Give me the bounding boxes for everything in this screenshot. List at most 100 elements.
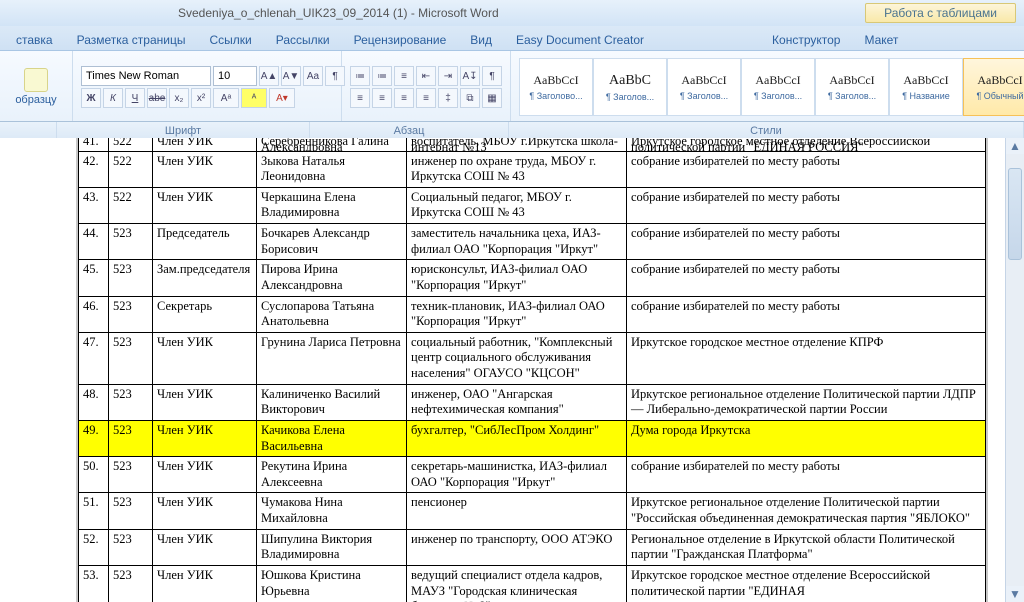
cell-name: Суслопарова Татьяна Анатольевна: [257, 296, 407, 332]
bold-button[interactable]: Ж: [81, 88, 101, 108]
style-item-5[interactable]: AaBbCcI¶ Название: [889, 58, 963, 116]
cell-name: Качикова Елена Васильевна: [257, 420, 407, 456]
align-justify-button[interactable]: ≡: [416, 88, 436, 108]
underline-button[interactable]: Ч: [125, 88, 145, 108]
style-label: ¶ Обычный: [976, 91, 1023, 101]
cell-nom: Иркутское городское местное отделение Вс…: [627, 138, 986, 151]
italic-button[interactable]: К: [103, 88, 123, 108]
cell-code: 523: [109, 420, 153, 456]
cell-code: 523: [109, 529, 153, 565]
font-name-combo[interactable]: Times New Roman: [81, 66, 211, 86]
multilevel-button[interactable]: ≡: [394, 66, 414, 86]
cell-code: 522: [109, 187, 153, 223]
font-size-combo[interactable]: 10: [213, 66, 257, 86]
text-effects-button[interactable]: Aᵃ: [213, 88, 239, 108]
table-row[interactable]: 41.522Член УИКСеребренникова Галина Алек…: [79, 138, 986, 151]
cell-name: Чумакова Нина Михайловна: [257, 493, 407, 529]
cell-name: Грунина Лариса Петровна: [257, 332, 407, 384]
show-marks-button[interactable]: ¶: [482, 66, 502, 86]
style-label: ¶ Название: [902, 91, 950, 101]
tab-easy-doc-creator[interactable]: Easy Document Creator: [506, 29, 654, 50]
increase-indent-button[interactable]: ⇥: [438, 66, 458, 86]
table-row[interactable]: 42.522Член УИКЗыкова Наталья Леонидовнаи…: [79, 151, 986, 187]
scroll-thumb[interactable]: [1008, 168, 1022, 260]
numbering-button[interactable]: ≔: [372, 66, 392, 86]
cell-job: инженер по транспорту, ООО АТЭКО: [407, 529, 627, 565]
tab-mailings[interactable]: Рассылки: [266, 29, 340, 50]
members-table[interactable]: 41.522Член УИКСеребренникова Галина Алек…: [78, 138, 986, 602]
cell-nom: Иркутское региональное отделение Политич…: [627, 493, 986, 529]
style-item-0[interactable]: AaBbCcI¶ Заголово...: [519, 58, 593, 116]
cell-code: 522: [109, 138, 153, 151]
highlight-button[interactable]: ᴬ: [241, 88, 267, 108]
table-row[interactable]: 44.523ПредседательБочкарев Александр Бор…: [79, 224, 986, 260]
sort-button[interactable]: A↧: [460, 66, 480, 86]
shading-button[interactable]: ⧉: [460, 88, 480, 108]
cell-name: Юшкова Кристина Юрьевна: [257, 565, 407, 602]
style-label: ¶ Заголов...: [754, 91, 802, 101]
table-row[interactable]: 45.523Зам.председателяПирова Ирина Алекс…: [79, 260, 986, 296]
group-font: Times New Roman 10 A▲ A▼ Aa ¶ Ж К Ч abe …: [73, 51, 342, 121]
cell-n: 51.: [79, 493, 109, 529]
decrease-indent-button[interactable]: ⇤: [416, 66, 436, 86]
group-clipboard: образцу: [0, 51, 73, 121]
font-color-button[interactable]: A▾: [269, 88, 295, 108]
align-left-button[interactable]: ≡: [350, 88, 370, 108]
format-painter-button[interactable]: образцу: [8, 68, 64, 106]
strikethrough-button[interactable]: abe: [147, 88, 167, 108]
cell-nom: Иркутское городское местное отделение Вс…: [627, 565, 986, 602]
style-item-2[interactable]: AaBbCcI¶ Заголов...: [667, 58, 741, 116]
shrink-font-button[interactable]: A▼: [281, 66, 301, 86]
cell-code: 523: [109, 493, 153, 529]
table-row[interactable]: 52.523Член УИКШипулина Виктория Владимир…: [79, 529, 986, 565]
scroll-up-arrow[interactable]: ▲: [1006, 138, 1024, 154]
style-label: ¶ Заголов...: [606, 92, 654, 102]
tab-table-layout[interactable]: Макет: [854, 29, 908, 50]
cell-role: Секретарь: [153, 296, 257, 332]
tab-table-design[interactable]: Конструктор: [762, 29, 850, 50]
cell-n: 48.: [79, 384, 109, 420]
cell-nom: Региональное отделение в Иркутской облас…: [627, 529, 986, 565]
cell-nom: собрание избирателей по месту работы: [627, 457, 986, 493]
subscript-button[interactable]: x₂: [169, 88, 189, 108]
cell-nom: собрание избирателей по месту работы: [627, 296, 986, 332]
table-row[interactable]: 46.523СекретарьСуслопарова Татьяна Анато…: [79, 296, 986, 332]
vertical-scrollbar[interactable]: ▲ ▼: [1005, 138, 1024, 602]
cell-n: 43.: [79, 187, 109, 223]
style-item-1[interactable]: AaBbC¶ Заголов...: [593, 58, 667, 116]
tab-insert[interactable]: ставка: [6, 29, 63, 50]
bullets-button[interactable]: ≔: [350, 66, 370, 86]
table-row[interactable]: 51.523Член УИКЧумакова Нина Михайловнапе…: [79, 493, 986, 529]
line-spacing-button[interactable]: ‡: [438, 88, 458, 108]
table-row[interactable]: 48.523Член УИККалиниченко Василий Виктор…: [79, 384, 986, 420]
cell-role: Зам.председателя: [153, 260, 257, 296]
cell-job: юрисконсульт, ИАЗ-филиал ОАО "Корпорация…: [407, 260, 627, 296]
style-item-3[interactable]: AaBbCcI¶ Заголов...: [741, 58, 815, 116]
tab-page-layout[interactable]: Разметка страницы: [67, 29, 196, 50]
table-row[interactable]: 43.522Член УИКЧеркашина Елена Владимиров…: [79, 187, 986, 223]
cell-role: Член УИК: [153, 457, 257, 493]
superscript-button[interactable]: x²: [191, 88, 211, 108]
grow-font-button[interactable]: A▲: [259, 66, 279, 86]
table-row[interactable]: 49.523Член УИККачикова Елена Васильевнаб…: [79, 420, 986, 456]
cell-nom: собрание избирателей по месту работы: [627, 187, 986, 223]
borders-button[interactable]: ▦: [482, 88, 502, 108]
cell-role: Член УИК: [153, 529, 257, 565]
tab-references[interactable]: Ссылки: [199, 29, 261, 50]
cell-n: 44.: [79, 224, 109, 260]
cell-name: Рекутина Ирина Алексеевна: [257, 457, 407, 493]
align-right-button[interactable]: ≡: [394, 88, 414, 108]
tab-review[interactable]: Рецензирование: [344, 29, 457, 50]
style-item-4[interactable]: AaBbCcI¶ Заголов...: [815, 58, 889, 116]
tab-view[interactable]: Вид: [460, 29, 502, 50]
table-row[interactable]: 53.523Член УИКЮшкова Кристина Юрьевнавед…: [79, 565, 986, 602]
scroll-down-arrow[interactable]: ▼: [1006, 586, 1024, 602]
table-row[interactable]: 50.523Член УИКРекутина Ирина Алексеевнас…: [79, 457, 986, 493]
format-painter-icon: [24, 68, 48, 92]
change-case-button[interactable]: Aa: [303, 66, 323, 86]
table-row[interactable]: 47.523Член УИКГрунина Лариса Петровнасоц…: [79, 332, 986, 384]
cell-role: Член УИК: [153, 565, 257, 602]
align-center-button[interactable]: ≡: [372, 88, 392, 108]
cell-name: Черкашина Елена Владимировна: [257, 187, 407, 223]
style-item-6[interactable]: AaBbCcI¶ Обычный: [963, 58, 1024, 116]
